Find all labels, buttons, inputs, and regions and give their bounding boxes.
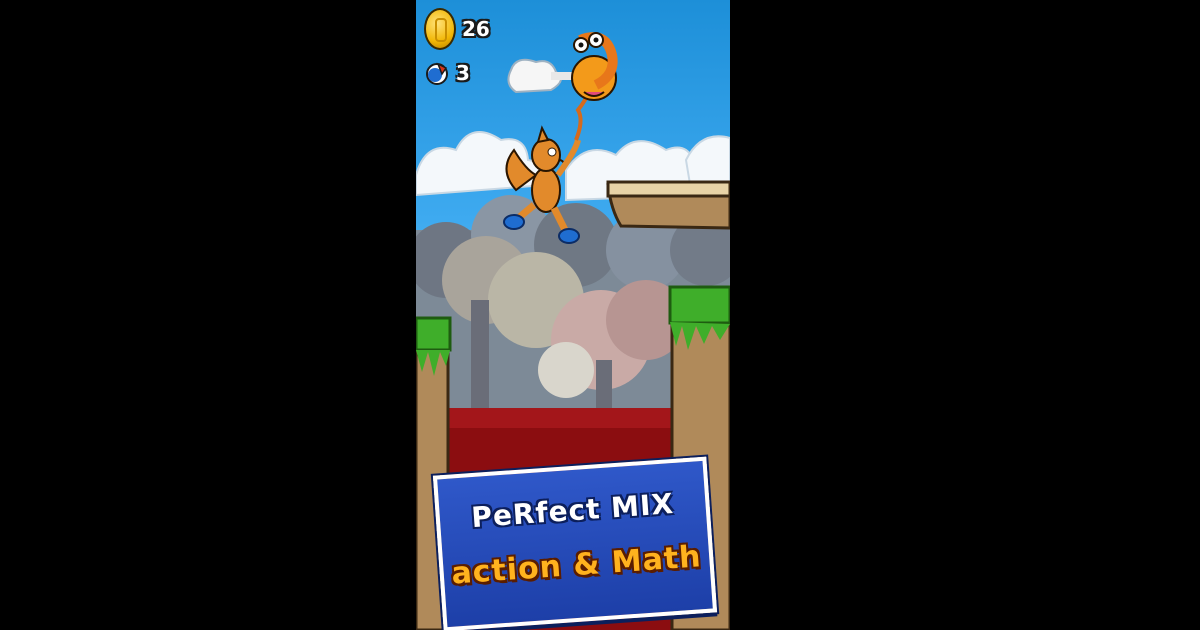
banner-headline: PeRfect MIX [470, 487, 675, 535]
coin-counter: 26 [424, 8, 490, 50]
game-screenshot: 26 3 PeRfect MIX action & Math [416, 0, 730, 630]
promo-banner: PeRfect MIX action & Math [432, 456, 718, 630]
potion-count: 3 [456, 61, 470, 85]
floating-platform [606, 180, 730, 230]
coin-count: 26 [462, 17, 490, 41]
potion-icon [426, 62, 448, 85]
flying-number-monster [507, 32, 618, 101]
coin-icon [424, 8, 456, 50]
banner-subheadline: action & Math [450, 539, 703, 592]
potion-counter: 3 [424, 60, 470, 86]
